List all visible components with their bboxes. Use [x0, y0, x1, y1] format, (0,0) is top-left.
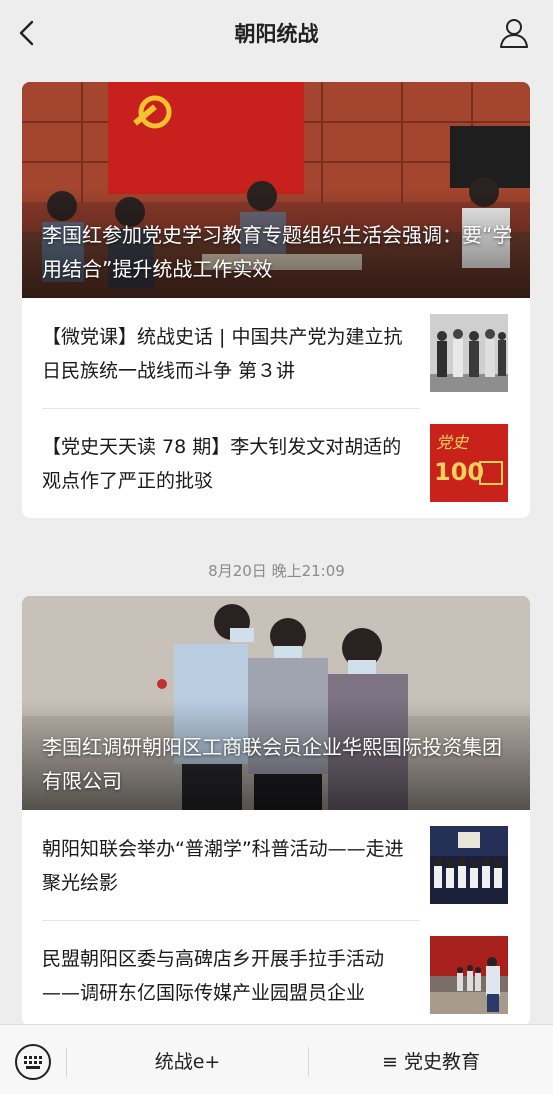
list-item-title: 朝阳知联会举办“普潮学”科普活动——走进聚光绘影: [42, 838, 404, 894]
thumb-100-text: 100: [434, 458, 484, 486]
list-item-title: 【党史天天读 78 期】李大钊发文对胡适的观点作了严正的批驳: [42, 436, 402, 492]
list-item[interactable]: 【微党课】统战史话 | 中国共产党为建立抗日民族统一战线而斗争 第３讲: [22, 298, 530, 402]
headline-article-1[interactable]: 李国红参加党史学习教育专题组织生活会强调：要“学用结合”提升统战工作实效: [22, 82, 530, 298]
page-title: 朝阳统战: [234, 22, 319, 46]
list-item[interactable]: 朝阳知联会举办“普潮学”科普活动——走进聚光绘影: [22, 810, 530, 914]
thumbnail-image: 党史 100: [430, 424, 508, 502]
thumbnail-image: [430, 936, 508, 1014]
bottom-menu-bar: 统战e+ ≡ 党史教育: [0, 1024, 553, 1094]
headline-title: 李国红调研朝阳区工商联会员企业华熙国际投资集团有限公司: [42, 735, 502, 793]
keyboard-toggle-button[interactable]: [14, 1043, 52, 1081]
thumbnail-image: [430, 826, 508, 904]
article-card-1: 李国红参加党史学习教育专题组织生活会强调：要“学用结合”提升统战工作实效 【微党…: [22, 82, 530, 518]
person-icon: [500, 19, 528, 48]
header-bar: 朝阳统战: [0, 0, 553, 66]
thumbnail-image: [430, 314, 508, 392]
profile-button[interactable]: [497, 16, 531, 50]
list-item[interactable]: 民盟朝阳区委与高碑店乡开展手拉手活动——调研东亿国际传媒产业园盟员企业: [22, 920, 530, 1024]
list-item-title: 民盟朝阳区委与高碑店乡开展手拉手活动——调研东亿国际传媒产业园盟员企业: [42, 948, 385, 1004]
menu-button-tongzhan-e[interactable]: 统战e+: [67, 1047, 308, 1074]
menu-button-party-history[interactable]: ≡ 党史教育: [309, 1047, 553, 1074]
svg-text:党史: 党史: [436, 433, 469, 452]
keyboard-icon: [15, 1044, 51, 1080]
list-item[interactable]: 【党史天天读 78 期】李大钊发文对胡适的观点作了严正的批驳 党史 100: [22, 408, 530, 512]
list-item-title: 【微党课】统战史话 | 中国共产党为建立抗日民族统一战线而斗争 第３讲: [42, 326, 403, 382]
article-card-2: 李国红调研朝阳区工商联会员企业华熙国际投资集团有限公司 朝阳知联会举办“普潮学”…: [22, 596, 530, 1026]
headline-title: 李国红参加党史学习教育专题组织生活会强调：要“学用结合”提升统战工作实效: [42, 223, 513, 281]
headline-article-2[interactable]: 李国红调研朝阳区工商联会员企业华熙国际投资集团有限公司: [22, 596, 530, 810]
message-timestamp: 8月20日 晚上21:09: [208, 562, 345, 580]
